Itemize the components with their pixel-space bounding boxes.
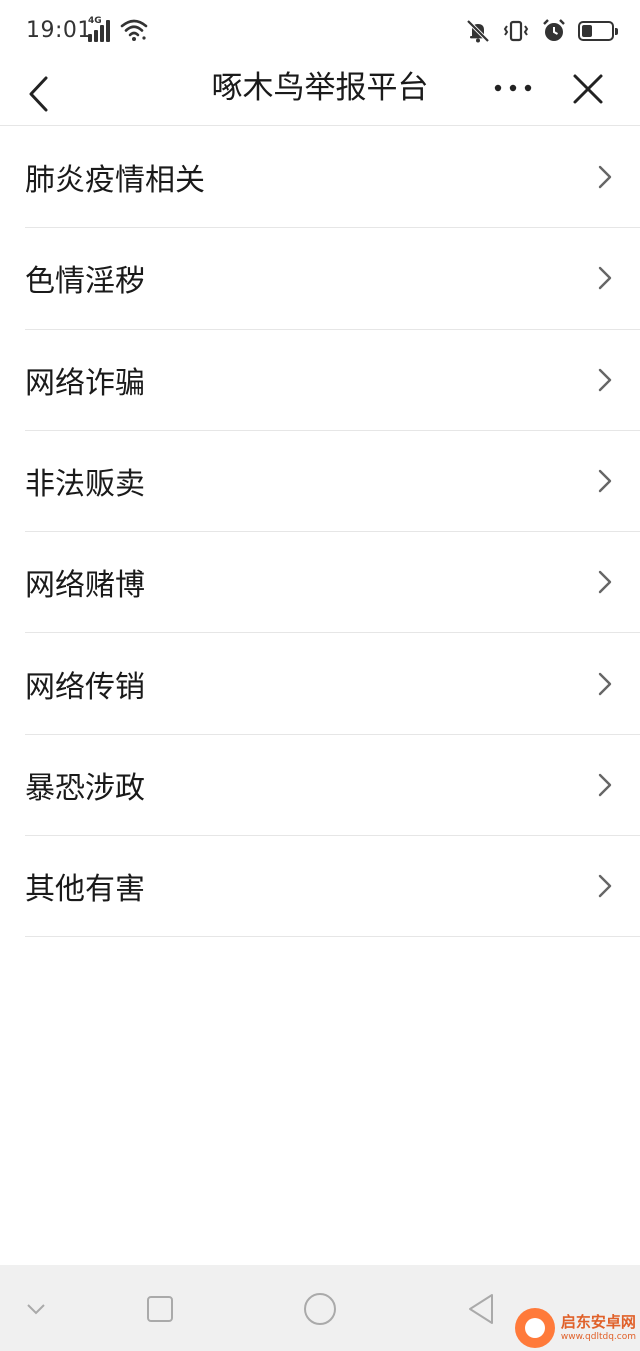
- list-item[interactable]: 暴恐涉政: [25, 735, 640, 837]
- watermark-url: www.qdltdq.com: [560, 1331, 636, 1342]
- status-right-group: [464, 17, 618, 45]
- chevron-left-icon[interactable]: [20, 68, 60, 120]
- list-item-label: 网络诈骗: [25, 365, 145, 401]
- close-icon[interactable]: [566, 70, 610, 114]
- chevron-right-icon: [598, 165, 612, 189]
- list-item-label: 网络赌博: [25, 568, 145, 604]
- wifi-icon: [120, 19, 148, 41]
- mute-bell-icon: [466, 19, 490, 43]
- chevron-right-icon: [598, 368, 612, 391]
- status-time: 19:01: [26, 18, 92, 43]
- list-item[interactable]: 网络诈骗: [25, 330, 640, 431]
- chevron-right-icon: [598, 571, 612, 594]
- list-item[interactable]: 其他有害: [25, 836, 640, 938]
- list-item[interactable]: 肺炎疫情相关: [25, 127, 640, 229]
- home-icon[interactable]: [300, 1289, 340, 1329]
- more-dots-icon[interactable]: [488, 72, 538, 112]
- list-item-label: 暴恐涉政: [25, 770, 145, 806]
- list-item-label: 肺炎疫情相关: [25, 163, 205, 199]
- list-item[interactable]: 色情淫秽: [25, 228, 640, 330]
- list-item-label: 网络传销: [25, 669, 145, 705]
- alarm-icon: [543, 19, 565, 41]
- list-item-label: 其他有害: [25, 872, 145, 908]
- back-triangle-icon[interactable]: [462, 1289, 502, 1329]
- nav-bar: 啄木鸟举报平台: [0, 62, 640, 126]
- status-bar: 19:01 4G: [0, 0, 640, 62]
- recent-apps-icon[interactable]: [140, 1289, 180, 1329]
- list-item-label: 非法贩卖: [25, 467, 145, 503]
- battery-level: [582, 25, 592, 37]
- watermark-name: 启东安卓网: [560, 1312, 636, 1331]
- chevron-right-icon: [598, 875, 612, 898]
- list-item-label: 色情淫秽: [25, 264, 145, 300]
- page-title: 啄木鸟举报平台: [211, 70, 429, 106]
- watermark-text: 启东安卓网 www.qdltdq.com: [560, 1312, 636, 1342]
- report-category-list: 肺炎疫情相关 色情淫秽 网络诈骗 非法贩卖 网络赌博 网络传销 暴恐涉政 其他有…: [0, 127, 640, 938]
- watermark-logo-icon: [514, 1308, 555, 1348]
- watermark: 启东安卓网 www.qdltdq.com: [514, 1308, 636, 1348]
- chevron-right-icon: [598, 469, 612, 493]
- chevron-right-icon: [598, 672, 612, 695]
- cellular-signal-icon: 4G: [88, 16, 114, 42]
- chevron-down-icon[interactable]: [16, 1289, 56, 1329]
- battery-icon: [578, 21, 618, 41]
- chevron-right-icon: [598, 773, 612, 797]
- list-item[interactable]: 网络赌博: [25, 532, 640, 634]
- list-item[interactable]: 非法贩卖: [25, 431, 640, 533]
- list-item[interactable]: 网络传销: [25, 633, 640, 735]
- chevron-right-icon: [598, 267, 612, 290]
- vibrate-icon: [503, 20, 529, 42]
